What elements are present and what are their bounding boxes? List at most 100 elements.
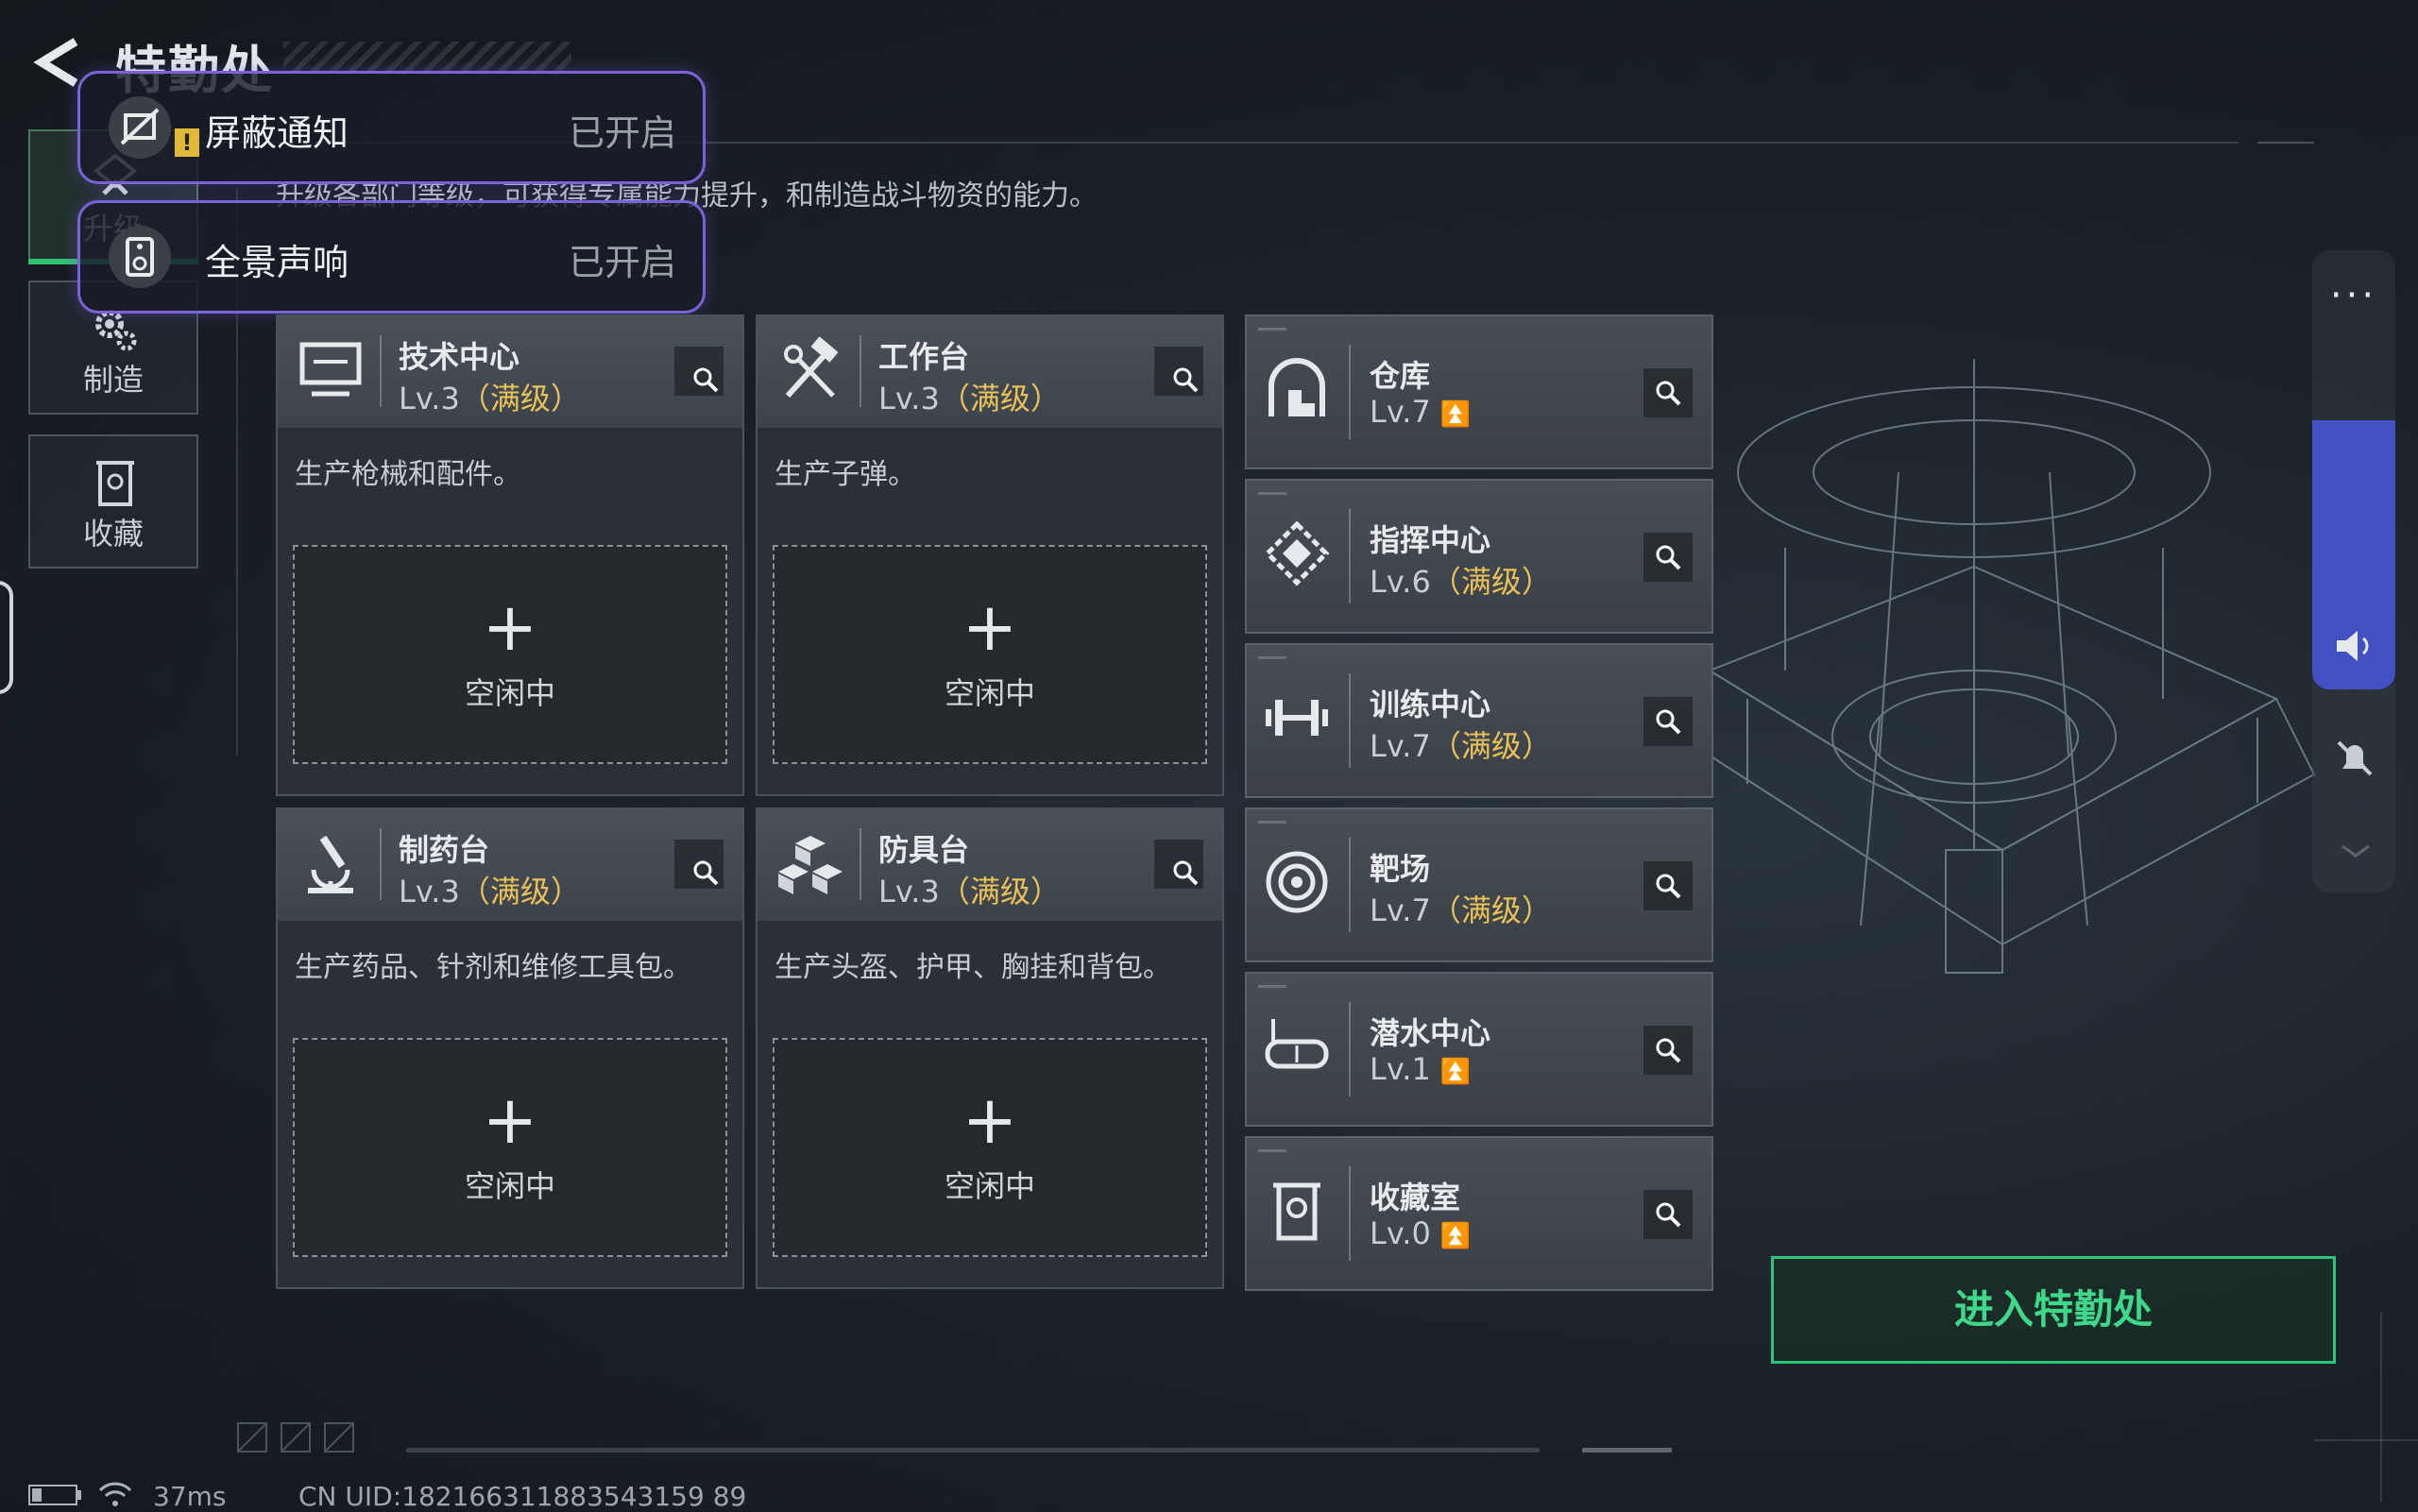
- nav-craft-label: 制造: [82, 362, 144, 398]
- facility-wireframe-image: [1707, 359, 2316, 974]
- facility-item-command-center[interactable]: 指挥中心 Lv.6（满级）: [1245, 479, 1713, 634]
- department-name: 制药台: [399, 832, 490, 868]
- nav-tab-collect[interactable]: 收藏: [28, 434, 198, 569]
- search-icon: [1173, 860, 1199, 886]
- department-level: Lv.3（满级）: [399, 375, 581, 418]
- facility-name: 训练中心: [1370, 687, 1491, 722]
- facility-name: 仓库: [1370, 358, 1431, 394]
- divider: [860, 828, 861, 900]
- production-slot[interactable]: + 空闲中: [293, 1038, 727, 1257]
- microscope-icon: [308, 835, 353, 893]
- department-card-pharmacy[interactable]: 制药台 Lv.3（满级） 生产药品、针剂和维修工具包。 + 空闲中: [276, 807, 744, 1289]
- bottom-rule-highlight: [1582, 1448, 1672, 1453]
- facility-level: Lv.7 ⏫: [1370, 394, 1471, 430]
- decoration: [1258, 821, 1286, 824]
- divider: [1349, 1002, 1351, 1096]
- max-level-tag: （满级）: [459, 381, 581, 416]
- inspect-button[interactable]: [1643, 861, 1693, 910]
- inspect-button[interactable]: [1154, 840, 1203, 889]
- side-drawer-handle[interactable]: [0, 581, 13, 694]
- max-level-tag: （满级）: [939, 381, 1061, 416]
- notification-name: 屏蔽通知: [205, 112, 349, 154]
- volume-icon[interactable]: [2331, 623, 2376, 669]
- facility-name: 靶场: [1370, 851, 1431, 887]
- level-value: Lv.3: [399, 381, 460, 416]
- hammer-wrench-icon: [784, 336, 839, 399]
- back-arrow-icon[interactable]: [28, 36, 85, 89]
- facility-level: Lv.6（满级）: [1370, 558, 1552, 602]
- notification-state: 已开启: [568, 242, 676, 283]
- facility-name: 收藏室: [1370, 1180, 1461, 1215]
- search-icon: [693, 367, 719, 393]
- bell-off-icon[interactable]: [2333, 737, 2376, 780]
- level-value: Lv.7: [1370, 394, 1431, 430]
- card-header: 防具台 Lv.3（满级）: [758, 809, 1222, 921]
- inspect-button[interactable]: [674, 347, 724, 396]
- facility-item-dive-center[interactable]: 潜水中心 Lv.1 ⏫: [1245, 972, 1713, 1127]
- department-level: Lv.3（满级）: [399, 868, 581, 911]
- facility-item-warehouse[interactable]: 仓库 Lv.7 ⏫: [1245, 314, 1713, 469]
- facility-level: Lv.1 ⏫: [1370, 1051, 1471, 1087]
- facility-item-collection-room[interactable]: 收藏室 Lv.0 ⏫: [1245, 1136, 1713, 1291]
- facility-level: Lv.7（满级）: [1370, 722, 1552, 766]
- department-level: Lv.3（满级）: [878, 868, 1061, 911]
- divider: [860, 335, 861, 407]
- divider: [1349, 1166, 1351, 1261]
- upgrade-available-icon: ⏫: [1439, 1222, 1472, 1250]
- inspect-button[interactable]: [1643, 1026, 1693, 1075]
- production-slot[interactable]: + 空闲中: [293, 545, 727, 764]
- add-icon: +: [962, 1081, 1018, 1159]
- inspect-button[interactable]: [1643, 533, 1693, 582]
- facility-item-shooting-range[interactable]: 靶场 Lv.7（满级）: [1245, 807, 1713, 962]
- department-description: 生产药品、针剂和维修工具包。: [295, 951, 691, 984]
- inspect-button[interactable]: [674, 840, 724, 889]
- computer-icon: [299, 342, 362, 397]
- production-slot[interactable]: + 空闲中: [773, 1038, 1207, 1257]
- level-value: Lv.1: [1370, 1051, 1431, 1087]
- department-description: 生产头盔、护甲、胸挂和背包。: [775, 951, 1171, 984]
- department-name: 防具台: [878, 832, 970, 868]
- department-name: 工作台: [878, 339, 970, 375]
- upgrade-available-icon: ⏫: [1439, 1058, 1472, 1086]
- add-icon: +: [482, 588, 538, 666]
- enter-special-ops-button[interactable]: 进入特勤处: [1771, 1256, 2336, 1364]
- level-value: Lv.3: [878, 381, 940, 416]
- inspect-button[interactable]: [1643, 697, 1693, 746]
- battery-tip: [77, 1490, 81, 1500]
- add-icon: +: [482, 1081, 538, 1159]
- ping-value: 37ms: [153, 1481, 227, 1512]
- production-slot[interactable]: + 空闲中: [773, 545, 1207, 764]
- department-card-workbench[interactable]: 工作台 Lv.3（满级） 生产子弹。 + 空闲中: [756, 314, 1224, 796]
- notification-toast-panorama-sound[interactable]: 全景声响 已开启: [77, 200, 706, 314]
- decoration: [1258, 492, 1286, 495]
- notification-toast-block-notifications[interactable]: ! 屏蔽通知 已开启: [77, 71, 706, 184]
- collection-icon: [1273, 1182, 1320, 1241]
- department-description: 生产枪械和配件。: [295, 458, 521, 491]
- more-options-icon[interactable]: ···: [2312, 274, 2395, 317]
- notification-name: 全景声响: [205, 242, 349, 283]
- divider: [2314, 1439, 2418, 1441]
- decoration: [1258, 1149, 1286, 1152]
- divider: [1349, 509, 1351, 603]
- facility-item-training-center[interactable]: 训练中心 Lv.7（满级）: [1245, 643, 1713, 798]
- inspect-button[interactable]: [1154, 347, 1203, 396]
- bottom-rule: [406, 1448, 1540, 1453]
- chevron-down-icon[interactable]: [2337, 841, 2375, 863]
- inspect-button[interactable]: [1643, 1190, 1693, 1239]
- notification-state: 已开启: [568, 112, 676, 154]
- card-header: 工作台 Lv.3（满级）: [758, 316, 1222, 428]
- slot-status: 空闲中: [944, 1168, 1035, 1204]
- max-level-tag: （满级）: [1430, 728, 1552, 764]
- department-description: 生产子弹。: [775, 458, 916, 491]
- divider: [2257, 142, 2314, 144]
- nav-collect-label: 收藏: [82, 516, 144, 552]
- slot-status: 空闲中: [464, 1168, 555, 1204]
- department-card-tech-center[interactable]: 技术中心 Lv.3（满级） 生产枪械和配件。 + 空闲中: [276, 314, 744, 796]
- level-value: Lv.7: [1370, 728, 1431, 764]
- inspect-button[interactable]: [1643, 368, 1693, 417]
- decoration: [237, 1422, 354, 1453]
- department-card-armor-bench[interactable]: 防具台 Lv.3（满级） 生产头盔、护甲、胸挂和背包。 + 空闲中: [756, 807, 1224, 1289]
- level-value: Lv.3: [878, 874, 940, 909]
- divider: [1349, 345, 1351, 439]
- department-name: 技术中心: [399, 339, 520, 375]
